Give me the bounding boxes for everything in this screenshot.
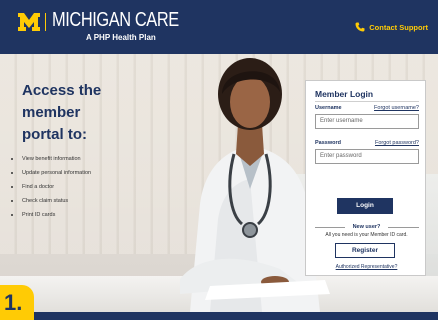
intro-panel: Access the member portal to: View benefi… — [11, 80, 162, 222]
register-button[interactable]: Register — [335, 243, 395, 258]
new-user-heading: New user? — [352, 224, 381, 230]
phone-icon — [355, 22, 365, 32]
intro-heading-line2: portal to: — [22, 126, 87, 143]
footer-bar — [0, 312, 438, 320]
intro-heading: Access the member portal to: — [22, 80, 162, 146]
contact-support-label: Contact Support — [369, 22, 428, 32]
username-input[interactable]: Enter username — [315, 114, 419, 129]
logo-text[interactable]: MICHIGAN CARE — [52, 9, 179, 32]
username-label: Username — [315, 105, 342, 111]
login-button[interactable]: Login — [337, 198, 393, 214]
list-item: Print ID cards — [11, 208, 162, 222]
site-header: MICHIGAN CARE A PHP Health Plan Contact … — [0, 0, 438, 54]
authorized-representative-link[interactable]: Authorized Representative? — [306, 264, 427, 270]
member-login-panel: Member Login Username Forgot username? E… — [305, 80, 426, 276]
password-input[interactable]: Enter password — [315, 149, 419, 164]
list-item: Update personal information — [11, 166, 162, 180]
login-title: Member Login — [315, 89, 374, 99]
forgot-username-link[interactable]: Forgot username? — [374, 105, 419, 111]
list-item: View benefit information — [11, 152, 162, 166]
hero-section: Access the member portal to: View benefi… — [0, 54, 438, 312]
step-badge: 1. — [0, 285, 34, 320]
logo-divider — [45, 13, 46, 31]
contact-support-link[interactable]: Contact Support — [355, 22, 428, 32]
block-m-logo-icon[interactable] — [18, 13, 40, 31]
new-user-text: All you need is your Member ID card. — [325, 232, 408, 238]
list-item: Check claim status — [11, 194, 162, 208]
list-item: Find a doctor — [11, 180, 162, 194]
intro-heading-line1: Access the member — [22, 82, 102, 121]
forgot-password-link[interactable]: Forgot password? — [375, 140, 419, 146]
password-label: Password — [315, 140, 341, 146]
logo-subtitle: A PHP Health Plan — [86, 33, 156, 42]
login-divider — [315, 101, 419, 102]
intro-feature-list: View benefit information Update personal… — [11, 152, 162, 222]
